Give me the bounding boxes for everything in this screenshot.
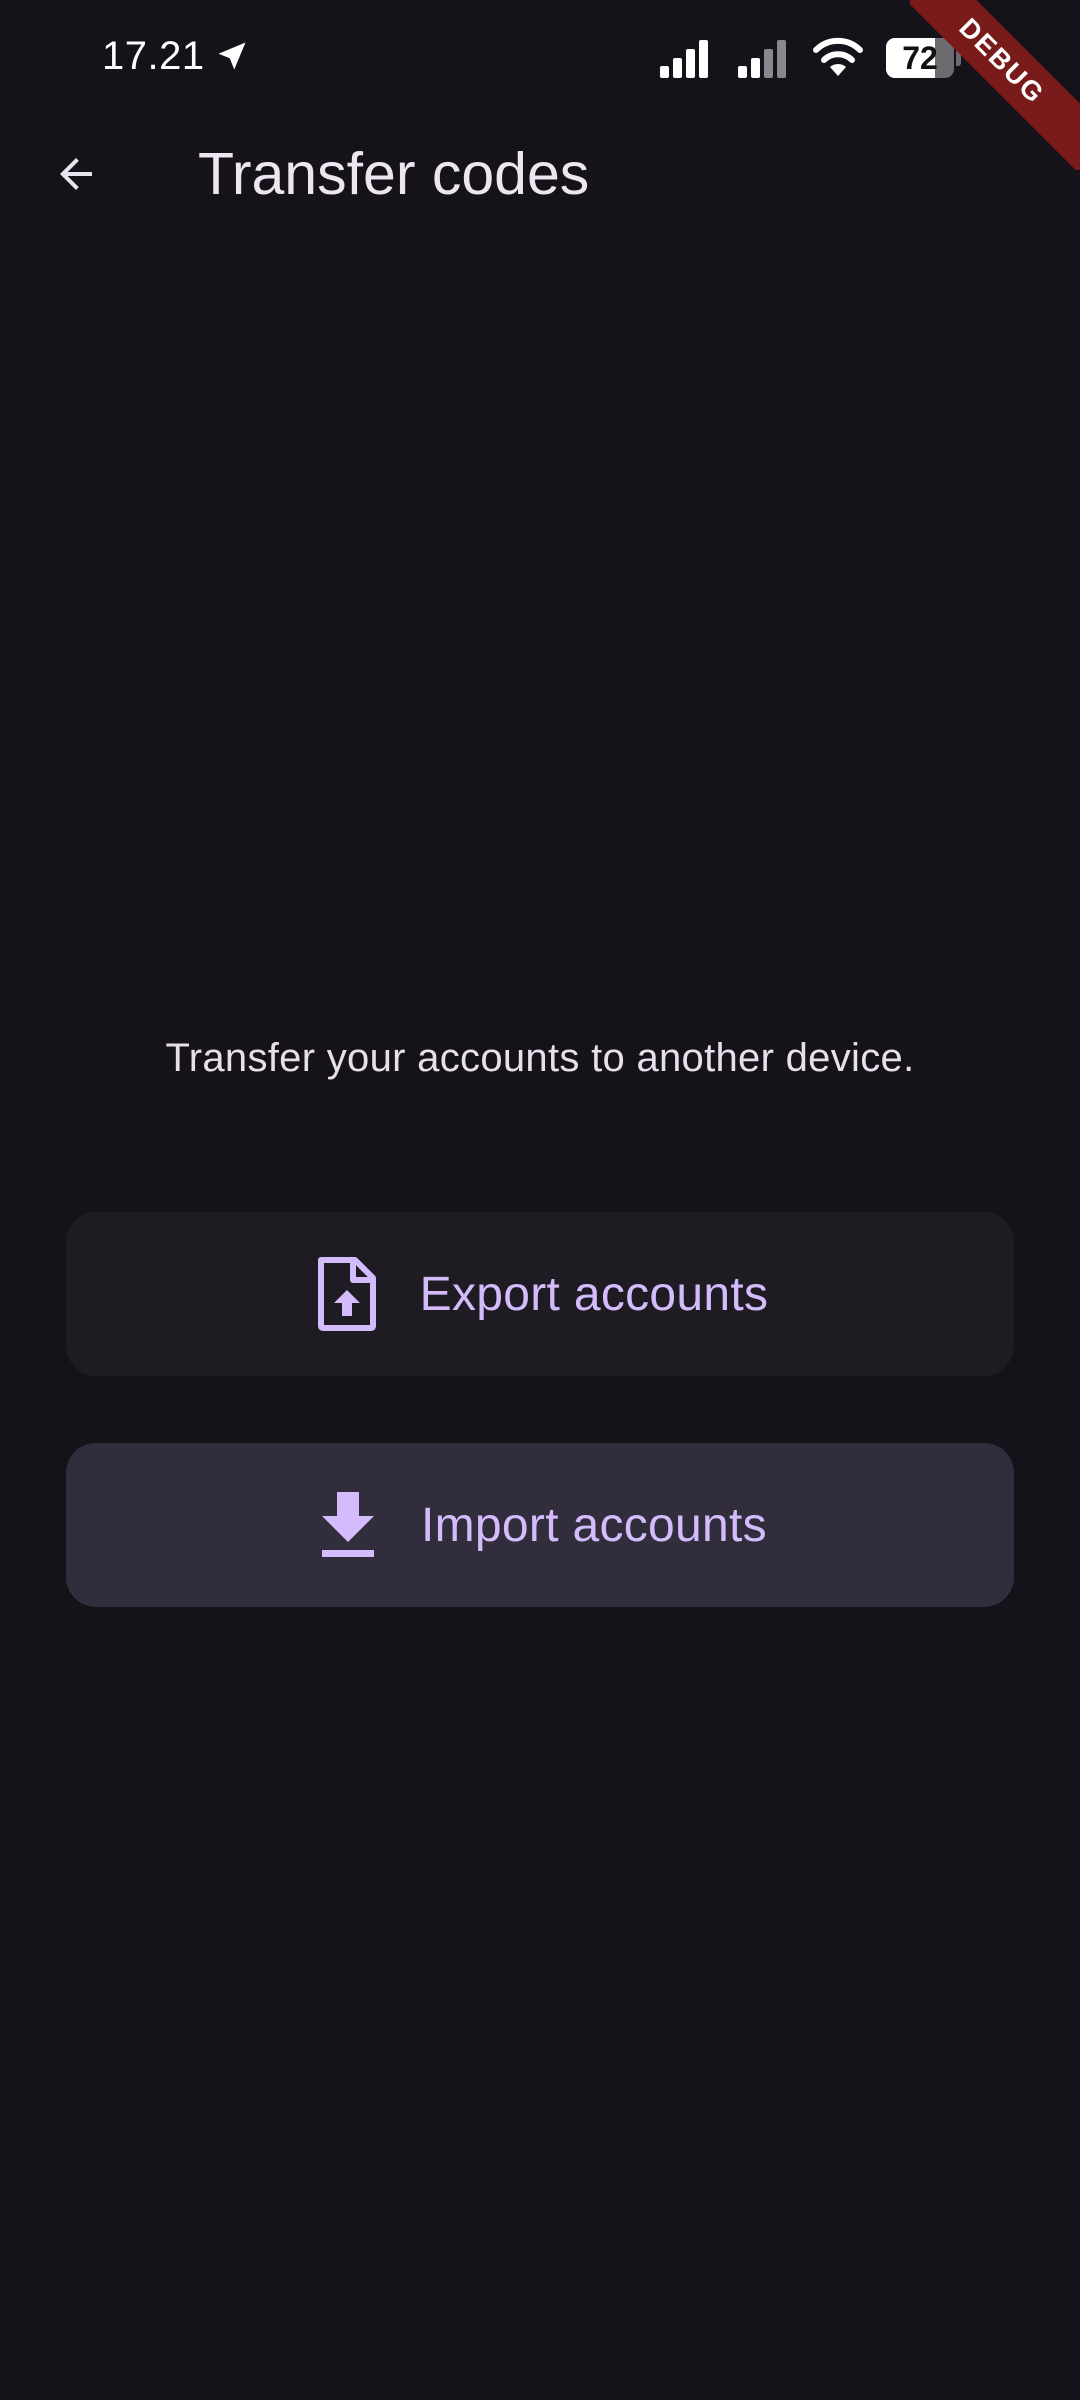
- status-time: 17.21: [102, 34, 205, 78]
- import-accounts-label: Import accounts: [421, 1498, 767, 1552]
- app-bar: Transfer codes: [0, 120, 1080, 216]
- signal-icon: [738, 40, 786, 78]
- transfer-description: Transfer your accounts to another device…: [165, 1036, 915, 1080]
- download-icon: [313, 1487, 383, 1563]
- page-title: Transfer codes: [198, 141, 590, 207]
- import-accounts-button[interactable]: Import accounts: [66, 1443, 1014, 1607]
- wifi-icon: [813, 37, 863, 76]
- arrow-back-icon: [60, 158, 92, 190]
- signal-icon: [660, 40, 708, 78]
- back-button[interactable]: [36, 134, 116, 214]
- location-arrow-icon: [218, 42, 246, 70]
- file-upload-icon: [312, 1256, 382, 1332]
- export-accounts-button[interactable]: Export accounts: [66, 1212, 1014, 1376]
- export-accounts-label: Export accounts: [419, 1267, 769, 1321]
